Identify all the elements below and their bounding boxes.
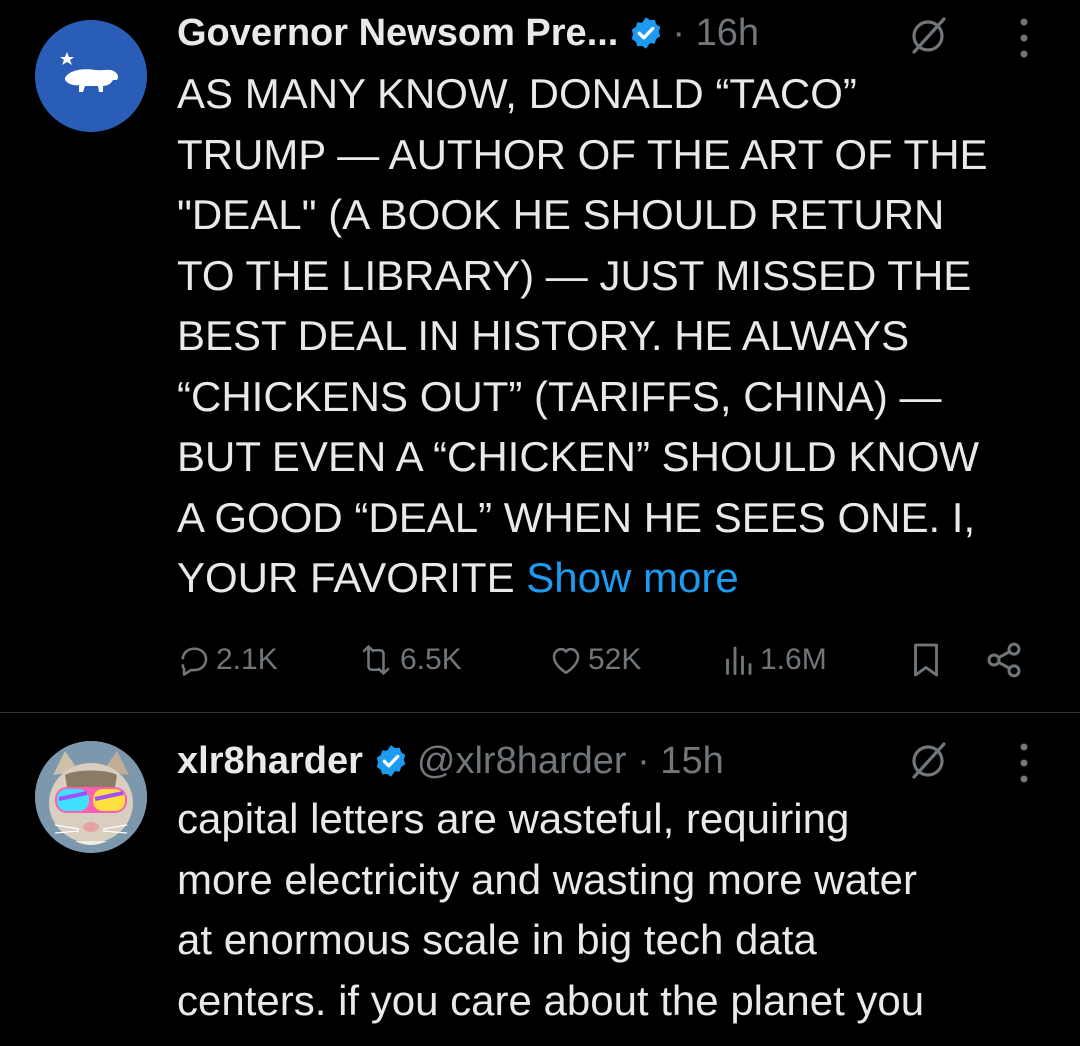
like-button[interactable]: 52K — [548, 638, 641, 682]
bookmark-icon — [914, 643, 938, 677]
like-count: 52K — [588, 643, 642, 676]
heart-icon — [552, 647, 580, 675]
post-time[interactable]: · 16h — [672, 12, 759, 55]
text-line: A GOOD “DEAL” WHEN HE SEES ONE. I, — [177, 493, 976, 541]
more-options-icon[interactable] — [1016, 16, 1032, 60]
reply-icon — [181, 647, 208, 676]
share-button[interactable] — [984, 638, 1028, 682]
view-count: 1.6M — [760, 643, 827, 676]
avatar[interactable] — [35, 741, 147, 853]
text-line: TO THE LIBRARY) — JUST MISSED THE — [177, 251, 972, 299]
reply-count: 2.1K — [216, 643, 278, 676]
cat-with-goggles-avatar — [35, 741, 147, 853]
text-line: capital letters are wasteful, requiring — [177, 795, 850, 842]
tweet[interactable]: xlr8harder @xlr8harder · 15h capital let… — [0, 713, 1080, 1046]
show-more-link[interactable]: Show more — [526, 554, 738, 601]
bookmark-button[interactable] — [908, 638, 948, 682]
action-bar: 2.1K 6.5K 52K 1.6M — [176, 638, 1036, 682]
repost-button[interactable]: 6.5K — [356, 638, 462, 682]
text-line: more electricity and wasting more water — [177, 855, 917, 903]
text-fragment: YOUR FAVORITE — [177, 554, 515, 601]
author-name[interactable]: xlr8harder — [177, 740, 363, 783]
verified-badge-icon — [632, 17, 661, 49]
reply-button[interactable]: 2.1K — [176, 638, 278, 682]
repost-count: 6.5K — [400, 643, 462, 676]
verified-badge-icon — [376, 745, 406, 777]
text-line: at enormous scale in big tech data — [177, 916, 817, 963]
tweet-text: capital letters are wasteful, requiring … — [177, 789, 924, 1031]
tweet-header: Governor Newsom Pre... · 16h — [177, 8, 759, 58]
text-line: AS MANY KNOW, DONALD “TACO” — [177, 70, 857, 117]
repost-icon — [362, 645, 390, 675]
text-line: "DEAL" (A BOOK HE SHOULD RETURN — [177, 191, 945, 238]
handle-and-time[interactable]: @xlr8harder · 15h — [417, 740, 724, 783]
text-line: centers. if you care about the planet yo… — [177, 976, 925, 1024]
more-options-icon[interactable] — [1016, 741, 1032, 785]
text-line: “CHICKENS OUT” (TARIFFS, CHINA) — — [177, 372, 942, 420]
author-name[interactable]: Governor Newsom Pre... — [177, 12, 618, 55]
tweet[interactable]: Governor Newsom Pre... · 16h AS MANY KNO… — [0, 0, 1080, 712]
views-bar-chart-icon — [726, 646, 752, 675]
views-button[interactable]: 1.6M — [720, 638, 827, 682]
avatar[interactable] — [35, 20, 147, 132]
tweet-text: AS MANY KNOW, DONALD “TACO” TRUMP — AUTH… — [177, 64, 988, 609]
text-line-last: YOUR FAVORITE Show more — [177, 548, 988, 609]
grok-icon[interactable] — [906, 14, 950, 58]
grok-icon[interactable] — [906, 739, 950, 783]
california-bear-icon — [35, 20, 147, 132]
text-line: TRUMP — AUTHOR OF THE ART OF THE — [177, 130, 988, 178]
share-icon — [987, 642, 1021, 678]
tweet-header: xlr8harder @xlr8harder · 15h — [177, 736, 724, 786]
text-line: BEST DEAL IN HISTORY. HE ALWAYS — [177, 312, 910, 359]
text-line: BUT EVEN A “CHICKEN” SHOULD KNOW — [177, 433, 980, 480]
